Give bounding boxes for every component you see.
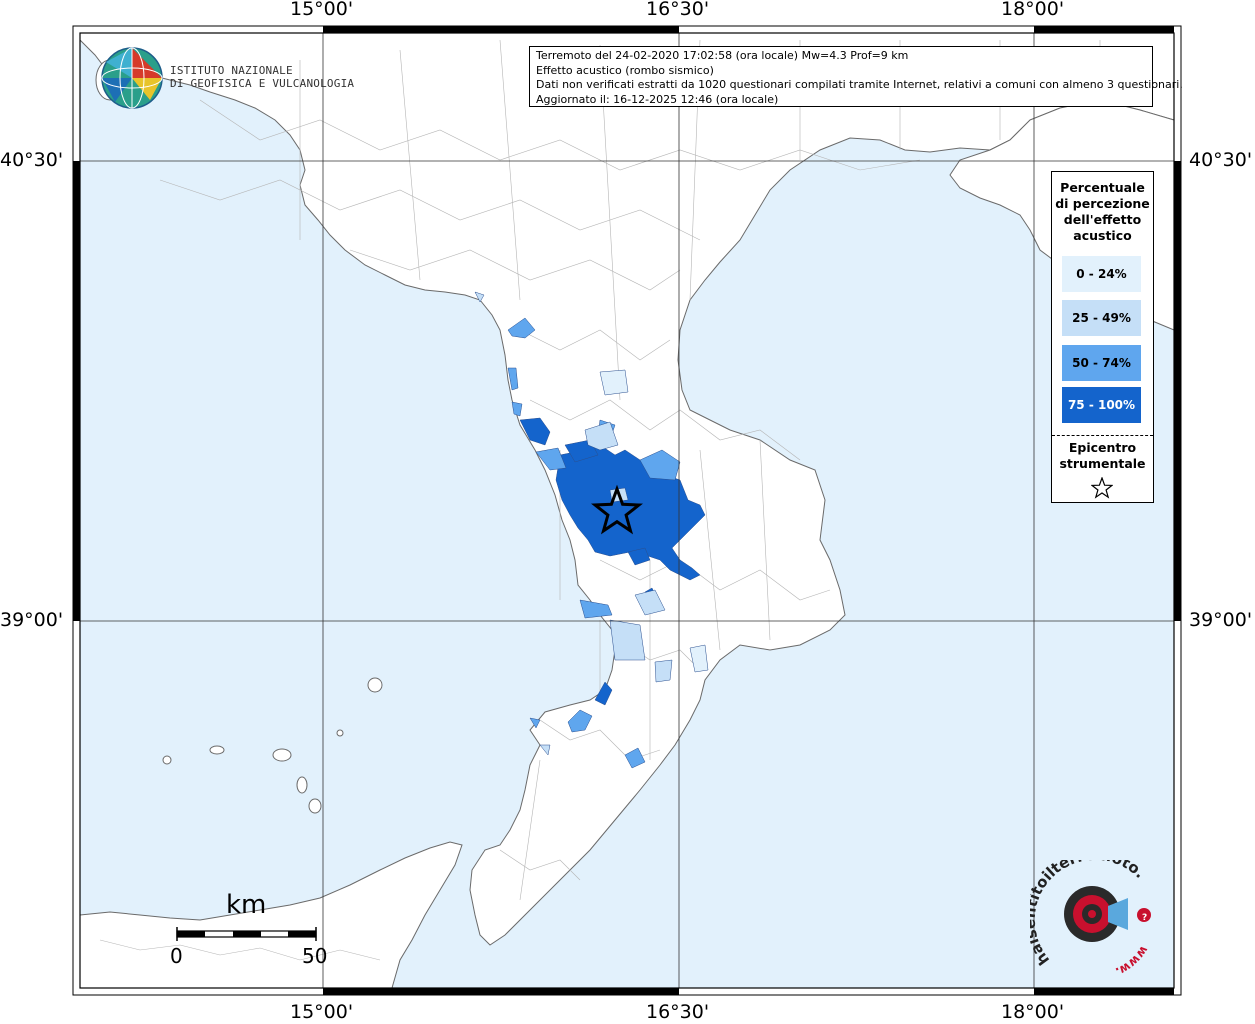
left-lat-label-1: 40°30' — [0, 149, 64, 171]
event-info-line2: Effetto acustico (rombo sismico) — [536, 63, 714, 77]
bottom-lon-label-2: 16°30' — [646, 1001, 710, 1023]
svg-text:haisentitoilterremoto.it: haisentitoilterremoto.it — [1030, 860, 1149, 969]
bottom-lon-label-3: 18°00' — [1001, 1001, 1065, 1023]
right-lat-label-2: 39°00' — [1189, 609, 1253, 631]
legend: Percentuale di percezione dell'effetto a… — [1051, 171, 1154, 503]
area-0-24-a — [599, 369, 629, 396]
legend-epicenter-line2: strumentale — [1059, 456, 1146, 471]
event-info-box: Terremoto del 24-02-2020 17:02:58 (ora l… — [529, 46, 1183, 107]
legend-epicenter-label: Epicentro strumentale — [1052, 440, 1153, 472]
hsit-text: haisentitoilterremoto.it — [1030, 860, 1149, 969]
hsit-www-text: www. — [1113, 943, 1151, 979]
top-lon-label-3: 18°00' — [1001, 0, 1065, 20]
area-25-49-d — [654, 659, 673, 683]
island-filicudi — [209, 745, 225, 755]
left-lat-label-2: 39°00' — [0, 609, 64, 631]
legend-star-icon — [1091, 477, 1113, 499]
legend-title: Percentuale di percezione dell'effetto a… — [1052, 180, 1153, 244]
island-salina — [272, 748, 292, 762]
hsit-question-text: ? — [1142, 913, 1147, 923]
ingv-logo-line1: ISTITUTO NAZIONALE — [170, 64, 293, 77]
legend-class-75-100: 75 - 100% — [1062, 387, 1141, 423]
legend-class-0-24: 0 - 24% — [1062, 256, 1141, 292]
event-info-line4: Aggiornato il: 16-12-2025 12:46 (ora loc… — [536, 92, 779, 106]
bottom-lon-label-1: 15°00' — [290, 1001, 354, 1023]
island-stromboli — [367, 677, 383, 693]
svg-text:www.: www. — [1113, 943, 1151, 979]
right-lat-label-1: 40°30' — [1189, 149, 1253, 171]
event-info-line3: Dati non verificati estratti da 1020 que… — [536, 78, 1183, 91]
top-lon-label-1: 15°00' — [290, 0, 354, 20]
legend-title-line1: Percentuale — [1060, 180, 1145, 195]
ingv-logo-icon — [101, 47, 163, 109]
legend-separator — [1052, 435, 1153, 436]
legend-epicenter-line1: Epicentro — [1068, 440, 1137, 455]
scale-min-label: 0 — [170, 944, 183, 968]
legend-class-25-49: 25 - 49% — [1062, 300, 1141, 336]
ingv-logo-line2: DI GEOFISICA E VULCANOLOGIA — [170, 77, 355, 90]
legend-title-line4: acustico — [1073, 228, 1132, 243]
legend-title-line3: dell'effetto — [1063, 212, 1142, 227]
legend-title-line2: di percezione — [1055, 196, 1150, 211]
ingv-logo-text: ISTITUTO NAZIONALE DI GEOFISICA E VULCAN… — [170, 64, 354, 90]
island-lipari — [296, 776, 308, 794]
scale-max-label: 50 — [302, 944, 328, 968]
scale-unit-label: km — [226, 890, 267, 920]
island-panarea — [336, 729, 344, 737]
top-lon-label-2: 16°30' — [646, 0, 710, 20]
island-vulcano — [308, 798, 322, 814]
event-info-line1: Terremoto del 24-02-2020 17:02:58 (ora l… — [536, 49, 909, 62]
area-25-49-b — [609, 619, 646, 661]
island-alicudi — [162, 755, 172, 765]
legend-class-50-74: 50 - 74% — [1062, 345, 1141, 381]
hsit-logo-text: haisentitoilterremoto.it www. ? — [1030, 860, 1151, 979]
